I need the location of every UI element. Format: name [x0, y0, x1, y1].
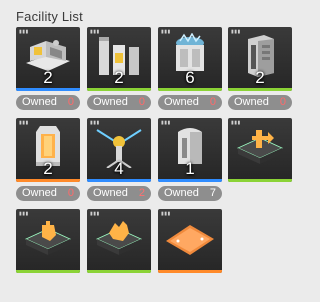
owned-pill: Owned 7 — [158, 186, 222, 201]
facility-card[interactable]: ▮▮▮ 2 — [228, 27, 292, 91]
facility-card[interactable]: ▮▮▮ 4 — [87, 118, 151, 182]
facility-card[interactable]: ▮▮▮ — [158, 209, 222, 273]
plus-pad-icon — [237, 130, 283, 164]
owned-label: Owned — [22, 187, 57, 199]
owned-pill: Owned 0 — [228, 95, 292, 110]
rarity-bar — [228, 88, 292, 91]
facility-count: 4 — [114, 159, 124, 178]
rarity-bar — [16, 88, 80, 91]
panel-title: Facility List — [16, 9, 83, 24]
facility-count: 1 — [185, 159, 195, 178]
owned-count: 0 — [67, 187, 74, 199]
owned-count: 0 — [67, 96, 74, 108]
owned-pill: Owned 2 — [87, 186, 151, 201]
facility-card[interactable]: ▮▮▮ 2 — [87, 27, 151, 91]
owned-pill: Owned 0 — [16, 186, 80, 201]
facility-count: 2 — [43, 159, 53, 178]
owned-count: 0 — [279, 96, 286, 108]
facility-count: 6 — [185, 68, 195, 87]
rarity-bar — [228, 179, 292, 182]
facility-card[interactable]: ▮▮▮ — [228, 118, 292, 182]
owned-pill: Owned 0 — [158, 95, 222, 110]
owned-label: Owned — [93, 96, 128, 108]
owned-label: Owned — [22, 96, 57, 108]
facility-card[interactable]: ▮▮▮ — [16, 209, 80, 273]
orange-panel-icon — [166, 225, 214, 255]
owned-count: 0 — [138, 96, 145, 108]
facility-count: 2 — [114, 68, 124, 87]
facility-card[interactable]: ▮▮▮ 6 — [158, 27, 222, 91]
rarity-bar — [158, 270, 222, 273]
rarity-bar — [87, 270, 151, 273]
facility-count: 2 — [255, 68, 265, 87]
rarity-bar — [87, 179, 151, 182]
rarity-bar — [16, 270, 80, 273]
rarity-bar — [16, 179, 80, 182]
owned-pill: Owned 0 — [16, 95, 80, 110]
owned-label: Owned — [93, 187, 128, 199]
facility-card[interactable]: ▮▮▮ — [87, 209, 151, 273]
facility-card[interactable]: ▮▮▮ 2 — [16, 118, 80, 182]
rarity-bar — [158, 88, 222, 91]
facility-card[interactable]: ▮▮▮ 1 — [158, 118, 222, 182]
owned-count: 7 — [209, 187, 216, 199]
owned-label: Owned — [234, 96, 269, 108]
facility-card[interactable]: ▮▮▮ 2 — [16, 27, 80, 91]
owned-label: Owned — [164, 96, 199, 108]
facility-count: 2 — [43, 68, 53, 87]
hand-pad-icon — [25, 221, 71, 255]
hand-pad-icon — [96, 221, 142, 255]
owned-label: Owned — [164, 187, 199, 199]
owned-count: 0 — [209, 96, 216, 108]
owned-count: 2 — [138, 187, 145, 199]
rarity-bar — [158, 179, 222, 182]
rarity-bar — [87, 88, 151, 91]
owned-pill: Owned 0 — [87, 95, 151, 110]
